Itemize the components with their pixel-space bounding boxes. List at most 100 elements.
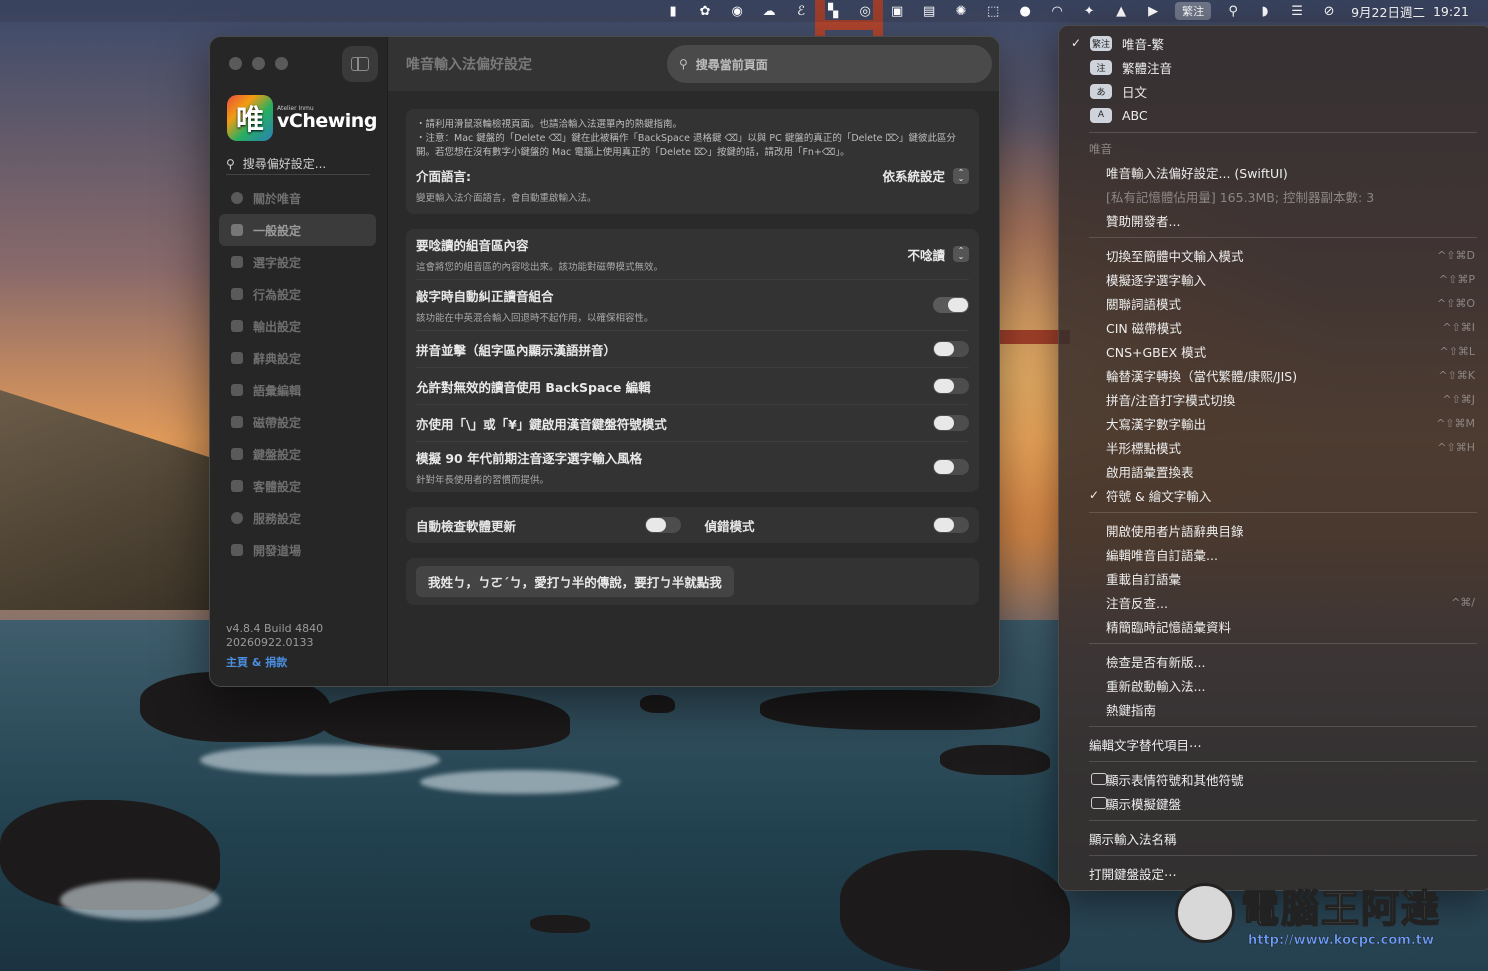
legacy-style-toggle[interactable] xyxy=(933,459,969,475)
menu-item-label: 贊助開發者... xyxy=(1106,213,1181,229)
menu-item-mode[interactable]: CIN 磁帶模式 ^⇧⌘I xyxy=(1059,315,1488,339)
menu-item-label: 精簡臨時記憶語彙資料 xyxy=(1106,619,1232,635)
menu-bar-clock[interactable]: 9月22日週二 19:21 xyxy=(1345,0,1476,22)
auto-correct-toggle[interactable] xyxy=(933,297,969,313)
c-app-icon[interactable]: ▣ xyxy=(881,0,913,22)
menu-item-mode[interactable]: 切換至簡體中文輸入模式 ^⇧⌘D xyxy=(1059,243,1488,267)
version-label: v4.8.4 Build 4840 xyxy=(226,622,324,635)
cloud-icon[interactable]: ☁ xyxy=(753,0,785,22)
menu-item-label: 編輯唯音自訂語彙... xyxy=(1106,547,1218,563)
menu-item-hotkey-guide[interactable]: 熱鍵指南 xyxy=(1059,697,1488,721)
menu-item-shortcut: ^⇧⌘O xyxy=(1436,296,1475,310)
menu-item-label: 檢查是否有新版... xyxy=(1106,654,1206,670)
menu-item-label: 大寫漢字數字輸出 xyxy=(1106,416,1207,432)
sidebar-search-input[interactable]: ⚲ 搜尋偏好設定... xyxy=(226,153,370,175)
rss-icon[interactable]: ◠ xyxy=(1041,0,1073,22)
menu-item-sponsor[interactable]: 贊助開發者... xyxy=(1059,208,1488,232)
menu-item-input-source[interactable]: A ABC xyxy=(1059,103,1488,127)
sidebar-item-behavior[interactable]: 行為設定 xyxy=(219,278,376,310)
input-source-badge: A xyxy=(1090,107,1112,123)
sidebar-item-dictionary[interactable]: 辭典設定 xyxy=(219,342,376,374)
layout-icon[interactable]: ▚ xyxy=(817,0,849,22)
menu-item-mode[interactable]: 半形標點模式 ^⇧⌘H xyxy=(1059,435,1488,459)
close-window-button[interactable] xyxy=(229,57,242,70)
menu-item-mode[interactable]: 拼音/注音打字模式切換 ^⇧⌘J xyxy=(1059,387,1488,411)
sidebar-item-clients[interactable]: 客體設定 xyxy=(219,470,376,502)
homepage-donate-link[interactable]: 主頁 & 捐款 xyxy=(226,656,323,670)
sparkle-icon[interactable]: ✦ xyxy=(1073,0,1105,22)
page-search-placeholder: 搜尋當前頁面 xyxy=(695,57,768,72)
finder-icon[interactable]: ◉ xyxy=(721,0,753,22)
menu-item-show-input-name[interactable]: 顯示輸入法名稱 xyxy=(1059,826,1488,850)
toggle-sidebar-button[interactable] xyxy=(342,46,378,82)
phrase-edit-icon xyxy=(231,384,243,396)
search-icon[interactable]: ⚲ xyxy=(1217,0,1249,22)
input-source-badge: 注 xyxy=(1090,59,1112,75)
menu-item-dictionary[interactable]: 精簡臨時記憶語彙資料 xyxy=(1059,614,1488,638)
line-app-icon[interactable]: ● xyxy=(1009,0,1041,22)
menu-item-dictionary[interactable]: 編輯唯音自訂語彙... xyxy=(1059,542,1488,566)
read-composition-select[interactable]: 不唸讀 ⌃ ⌄ xyxy=(907,245,969,264)
control-center-icon[interactable]: ☰ xyxy=(1281,0,1313,22)
sidebar-item-phrase-editor[interactable]: 語彙編輯 xyxy=(219,374,376,406)
vpn-icon[interactable]: ⊘ xyxy=(1313,0,1345,22)
menu-item-edit-text-substitutions[interactable]: 編輯文字替代項目⋯ xyxy=(1059,732,1488,756)
notion-icon[interactable]: ▤ xyxy=(913,0,945,22)
ui-language-select[interactable]: 依系統設定 ⌃ ⌄ xyxy=(882,166,969,185)
sidebar-item-general[interactable]: 一般設定 xyxy=(219,214,376,246)
menu-item-dictionary[interactable]: 開啟使用者片語辭典目錄 xyxy=(1059,518,1488,542)
menu-section-header: 唯音 xyxy=(1089,142,1112,156)
menu-item-input-source[interactable]: ✓ 繁注 唯音-繁 xyxy=(1059,31,1488,55)
upload-icon[interactable]: ▲ xyxy=(1105,0,1137,22)
menu-item-input-source[interactable]: 注繁體注音 xyxy=(1059,55,1488,79)
menu-item-dictionary[interactable]: 重載自訂語彙 xyxy=(1059,566,1488,590)
zoom-window-button[interactable] xyxy=(275,57,288,70)
menu-item-mode[interactable]: 輪替漢字轉換（當代繁體/康熙/JIS) ^⇧⌘K xyxy=(1059,363,1488,387)
menu-item-mode[interactable]: CNS+GBEX 模式 ^⇧⌘L xyxy=(1059,339,1488,363)
debug-mode-toggle[interactable] xyxy=(933,517,969,533)
sidebar-item-keyboard[interactable]: 鍵盤設定 xyxy=(219,438,376,470)
ui-language-value: 依系統設定 xyxy=(882,169,945,184)
openai-icon[interactable]: ✿ xyxy=(689,0,721,22)
menu-item-shortcut: ^⇧⌘M xyxy=(1436,416,1475,430)
battery-icon[interactable]: ▮ xyxy=(657,0,689,22)
input-source-badge: 繁注 xyxy=(1090,35,1112,51)
menu-item-mode[interactable]: 模擬逐字選字輸入 ^⇧⌘P xyxy=(1059,267,1488,291)
auto-update-toggle[interactable] xyxy=(644,517,681,533)
menu-item-emoji-viewer[interactable]: 顯示表情符號和其他符號 xyxy=(1059,767,1488,791)
search-icon: ⚲ xyxy=(679,57,688,71)
play-icon[interactable]: ▶ xyxy=(1137,0,1169,22)
pinyin-toggle[interactable] xyxy=(933,341,969,357)
menu-item-restart[interactable]: 重新啟動輸入法... xyxy=(1059,673,1488,697)
menu-item-mode[interactable]: 啟用語彙置換表 xyxy=(1059,459,1488,483)
menu-item-input-source[interactable]: あ日文 xyxy=(1059,79,1488,103)
menu-item-label: 唯音-繁 xyxy=(1122,36,1165,52)
screenshot-icon[interactable]: ⬚ xyxy=(977,0,1009,22)
menu-item-preferences[interactable]: 唯音輸入法偏好設定... (SwiftUI) xyxy=(1059,160,1488,184)
menu-item-dictionary[interactable]: 注音反查... ^⌘/ xyxy=(1059,590,1488,614)
sidebar-item-services[interactable]: 服務設定 xyxy=(219,502,376,534)
sidebar-item-dev-zone[interactable]: 開發道場 xyxy=(219,534,376,566)
airdrop-icon[interactable]: ◎ xyxy=(849,0,881,22)
menu-item-mode[interactable]: 大寫漢字數字輸出 ^⇧⌘M xyxy=(1059,411,1488,435)
burst-icon[interactable]: ✺ xyxy=(945,0,977,22)
backspace-edit-toggle[interactable] xyxy=(933,378,969,394)
page-search-input[interactable]: ⚲ 搜尋當前頁面 xyxy=(667,45,992,83)
sidebar-item-candidates[interactable]: 選字設定 xyxy=(219,246,376,278)
sidebar-item-about[interactable]: 關於唯音 xyxy=(219,182,376,214)
menu-item-label: 顯示模擬鍵盤 xyxy=(1106,796,1182,812)
menu-item-shortcut: ^⇧⌘L xyxy=(1439,344,1475,358)
e-app-icon[interactable]: ℰ xyxy=(785,0,817,22)
sidebar-item-output[interactable]: 輸出設定 xyxy=(219,310,376,342)
wifi-icon[interactable]: ◗ xyxy=(1249,0,1281,22)
menu-item-check-update[interactable]: 檢查是否有新版... xyxy=(1059,649,1488,673)
motto-button[interactable]: 我姓ㄅ，ㄅㄛˊㄅ，愛打ㄅ半的傳說，要打ㄅ半就點我 xyxy=(416,566,734,597)
menu-item-mode[interactable]: ✓ 符號 & 繪文字輸入 xyxy=(1059,483,1488,507)
symbol-mode-toggle[interactable] xyxy=(933,415,969,431)
menu-item-mode[interactable]: 關聯詞語模式 ^⇧⌘O xyxy=(1059,291,1488,315)
menu-item-keyboard-viewer[interactable]: 顯示模擬鍵盤 xyxy=(1059,791,1488,815)
cassette-icon xyxy=(231,416,243,428)
sidebar-item-cassette[interactable]: 磁帶設定 xyxy=(219,406,376,438)
minimize-window-button[interactable] xyxy=(252,57,265,70)
input-method-menu-button[interactable]: 繁注 xyxy=(1175,2,1212,20)
